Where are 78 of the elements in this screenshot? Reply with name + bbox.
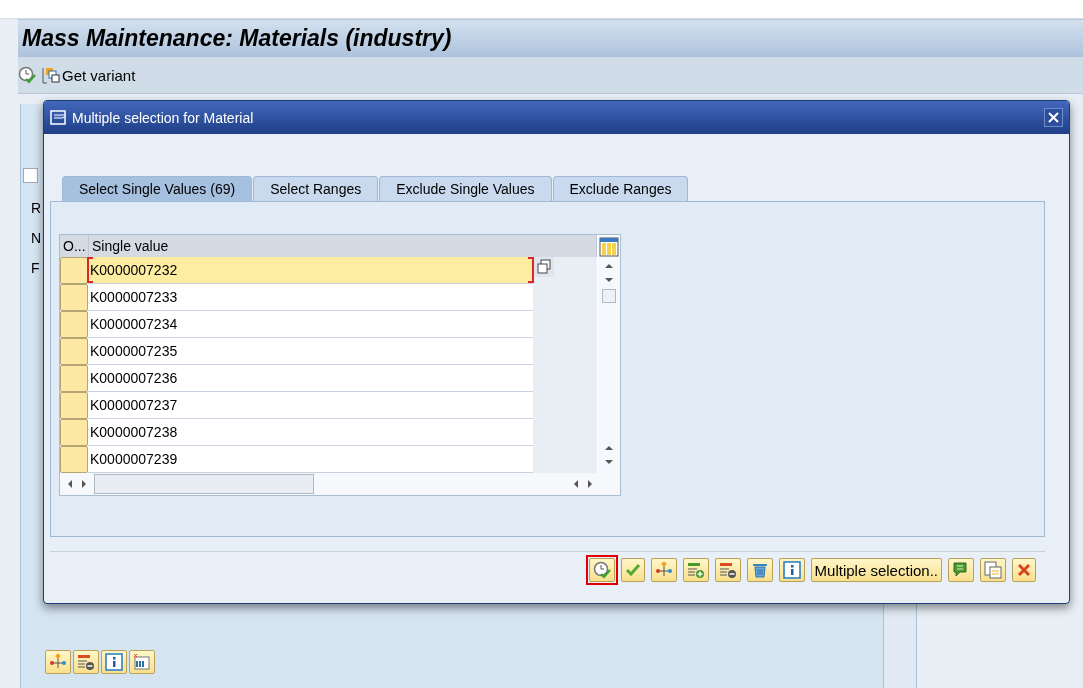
trash-icon [750,561,769,579]
cell-text: K0000007237 [90,397,178,413]
scroll-thumb[interactable] [94,474,314,494]
value-cell[interactable]: K0000007237 [88,392,533,419]
get-variant-button[interactable]: Get variant [42,66,136,84]
copy-icon[interactable] [534,257,554,277]
cell-text: K0000007236 [90,370,178,386]
value-cell[interactable]: K0000007235 [88,338,533,365]
cell-text: K0000007235 [90,343,178,359]
remove-row-icon [718,561,737,579]
cell-text: K0000007239 [90,451,178,467]
paste-button[interactable] [980,558,1006,582]
hierarchy-button[interactable] [45,650,71,674]
table-settings-icon [133,653,151,671]
close-icon [1016,562,1032,578]
row-selector[interactable] [60,257,88,284]
document-copy-icon [42,66,60,84]
close-button[interactable] [1044,108,1063,127]
scroll-up-icon[interactable] [604,261,614,271]
cell-text: K0000007238 [90,424,178,440]
info-icon [105,653,123,671]
tab[interactable]: Exclude Single Values [379,176,552,201]
value-cell[interactable]: K0000007233 [88,284,533,311]
table-settings-button[interactable] [129,650,155,674]
scroll-left-icon[interactable] [572,479,580,489]
comment-button[interactable] [948,558,974,582]
cancel-button[interactable] [1012,558,1036,582]
value-cell[interactable]: K0000007234 [88,311,533,338]
execute-button[interactable] [18,66,36,84]
cell-text: K0000007233 [90,289,178,305]
hierarchy-button[interactable] [650,558,677,582]
page-title: Mass Maintenance: Materials (industry) [22,25,452,52]
close-icon [1048,112,1059,123]
check-button[interactable] [620,558,645,582]
documents-icon [984,561,1002,579]
value-cell[interactable]: K0000007239 [88,446,533,473]
info-button[interactable] [101,650,127,674]
hierarchy-icon [49,653,67,671]
remove-row-button[interactable] [714,558,741,582]
scroll-down-icon[interactable] [604,275,614,285]
column-header: O... [60,235,89,257]
tab[interactable]: Select Ranges [253,176,379,201]
value-cell[interactable]: K0000007238 [88,419,533,446]
checkbox[interactable] [23,168,38,183]
scroll-left-icon[interactable] [66,479,74,489]
remove-row-button[interactable] [73,650,99,674]
trash-button[interactable] [746,558,773,582]
cell-text: K0000007234 [90,316,178,332]
clock-check-icon [592,561,611,579]
scroll-down-icon[interactable] [604,457,614,467]
value-cell[interactable]: K0000007236 [88,365,533,392]
add-row-button[interactable] [682,558,709,582]
scroll-right-icon[interactable] [586,479,594,489]
speech-bubble-icon [952,561,970,579]
remove-row-icon [77,653,95,671]
hierarchy-icon [654,561,673,579]
vertical-scrollbar[interactable] [598,235,620,473]
columns-icon[interactable] [599,237,619,257]
label-text: F [31,259,40,278]
column-header: Single value [89,235,597,257]
dialog-title: Multiple selection for Material [72,109,255,126]
tab[interactable]: Select Single Values (69) [62,176,253,201]
check-icon [624,562,641,578]
multiple-selection-button[interactable]: Multiple selection.. [810,558,942,582]
clock-check-icon [18,66,36,84]
info-icon [782,561,801,579]
label-text: R [31,199,42,218]
scroll-right-icon[interactable] [80,479,88,489]
tab[interactable]: Exclude Ranges [552,176,689,201]
add-row-icon [686,561,705,579]
dialog-icon [50,109,68,126]
cell-text: K0000007232 [90,262,178,278]
info-button[interactable] [778,558,805,582]
scroll-up-icon[interactable] [604,443,614,453]
label-text: N [31,229,42,248]
horizontal-scrollbar[interactable] [60,473,620,495]
value-cell[interactable]: K0000007232 [88,257,533,284]
scroll-thumb-icon[interactable] [602,289,616,303]
